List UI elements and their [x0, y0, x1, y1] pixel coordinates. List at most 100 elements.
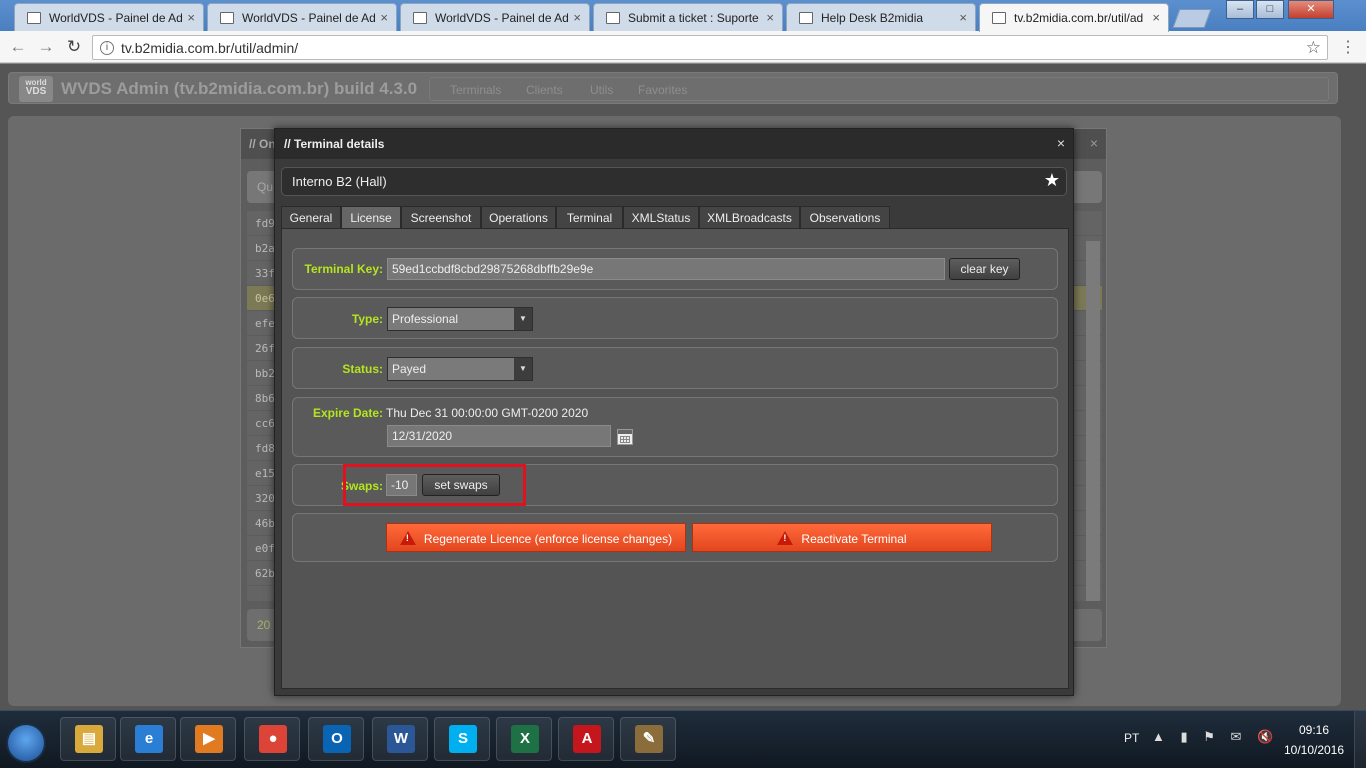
- forward-icon[interactable]: →: [36, 37, 56, 57]
- maximize-button[interactable]: □: [1256, 0, 1284, 19]
- browser-tab[interactable]: WorldVDS - Painel de Ad ×: [14, 3, 204, 31]
- license-panel: Terminal Key: 59ed1ccbdf8cbd29875268dbff…: [281, 228, 1069, 689]
- type-select[interactable]: Professional ▼: [387, 307, 533, 331]
- browser-tab-active[interactable]: tv.b2midia.com.br/util/ad ×: [979, 3, 1169, 32]
- status-value: Payed: [392, 362, 427, 376]
- clock-date[interactable]: 10/10/2016: [1280, 743, 1348, 757]
- address-bar: ← → ↻ i tv.b2midia.com.br/util/admin/ ☆ …: [0, 31, 1366, 63]
- explorer-icon: ▤: [75, 725, 103, 753]
- terminal-key-field[interactable]: 59ed1ccbdf8cbd29875268dbffb29e9e: [387, 258, 945, 280]
- close-icon[interactable]: ×: [573, 10, 581, 25]
- terminal-name: Interno B2 (Hall): [292, 174, 387, 189]
- close-icon[interactable]: ×: [380, 10, 388, 25]
- tab-title: Submit a ticket : Suporte: [628, 11, 759, 25]
- browser-tab[interactable]: Help Desk B2midia ×: [786, 3, 976, 31]
- app-header: world VDS WVDS Admin (tv.b2midia.com.br)…: [8, 72, 1338, 104]
- top-nav: Terminals Clients Utils Favorites: [429, 77, 1329, 101]
- taskbar-skype-button[interactable]: S: [434, 717, 490, 761]
- taskbar-chrome-button[interactable]: ●: [244, 717, 300, 761]
- nav-clients[interactable]: Clients: [526, 83, 563, 97]
- close-icon[interactable]: ×: [1152, 10, 1160, 25]
- favorite-star-icon[interactable]: ★: [1044, 170, 1060, 191]
- browser-tab[interactable]: WorldVDS - Painel de Ad ×: [207, 3, 397, 31]
- expire-date-label: Expire Date:: [312, 406, 383, 420]
- tab-title: WorldVDS - Painel de Ad: [242, 11, 376, 25]
- dialog-title: // Terminal details: [275, 129, 1073, 159]
- chrome-icon: ●: [259, 725, 287, 753]
- minimize-button[interactable]: –: [1226, 0, 1254, 19]
- start-button[interactable]: [6, 723, 46, 763]
- taskbar-paint-button[interactable]: ✎: [620, 717, 676, 761]
- browser-tab-strip: WorldVDS - Painel de Ad × WorldVDS - Pai…: [0, 0, 1366, 32]
- taskbar-word-button[interactable]: W: [372, 717, 428, 761]
- outlook-icon: O: [323, 725, 351, 753]
- close-icon[interactable]: ×: [1090, 135, 1098, 151]
- taskbar-outlook-button[interactable]: O: [308, 717, 364, 761]
- browser-menu-icon[interactable]: ⋮: [1340, 37, 1356, 57]
- tab-title: WorldVDS - Painel de Ad: [49, 11, 183, 25]
- tab-general[interactable]: General: [281, 206, 341, 228]
- new-tab-button[interactable]: [1172, 9, 1212, 28]
- scrollbar[interactable]: [1086, 241, 1100, 601]
- tab-xmlbroadcasts[interactable]: XMLBroadcasts: [699, 206, 800, 228]
- chevron-down-icon: ▼: [514, 358, 532, 380]
- tab-title: tv.b2midia.com.br/util/ad: [1014, 11, 1144, 25]
- clear-key-button[interactable]: clear key: [949, 258, 1020, 280]
- tab-observations[interactable]: Observations: [800, 206, 890, 228]
- regenerate-licence-button[interactable]: Regenerate Licence (enforce license chan…: [386, 523, 686, 552]
- skype-icon: S: [449, 725, 477, 753]
- reload-icon[interactable]: ↻: [64, 37, 84, 57]
- media-player-icon: ▶: [195, 725, 223, 753]
- browser-tab[interactable]: Submit a ticket : Suporte ×: [593, 3, 783, 31]
- page-icon: [799, 12, 813, 24]
- calendar-icon[interactable]: [617, 429, 633, 445]
- app-title: WVDS Admin (tv.b2midia.com.br) build 4.3…: [61, 79, 418, 98]
- show-desktop-button[interactable]: [1354, 711, 1366, 768]
- logo: world VDS: [19, 76, 53, 102]
- type-value: Professional: [392, 312, 459, 326]
- close-icon[interactable]: ×: [1057, 135, 1065, 151]
- taskbar-acrobat-button[interactable]: A: [558, 717, 614, 761]
- taskbar-excel-button[interactable]: X: [496, 717, 552, 761]
- reactivate-terminal-button[interactable]: Reactivate Terminal: [692, 523, 992, 552]
- tab-title: WorldVDS - Painel de Ad: [435, 11, 569, 25]
- info-icon[interactable]: i: [100, 41, 114, 55]
- taskbar-explorer-button[interactable]: ▤: [60, 717, 116, 761]
- tab-license[interactable]: License: [341, 206, 401, 229]
- taskbar-media-player-button[interactable]: ▶: [180, 717, 236, 761]
- nav-utils[interactable]: Utils: [590, 83, 613, 97]
- tab-operations[interactable]: Operations: [481, 206, 556, 228]
- close-icon[interactable]: ×: [766, 10, 774, 25]
- tray-icons[interactable]: ▲ ▮ ⚑ ✉ 🔇: [1152, 729, 1279, 745]
- logo-text-bottom: VDS: [25, 86, 47, 97]
- excel-icon: X: [511, 725, 539, 753]
- page-icon: [220, 12, 234, 24]
- tab-terminal[interactable]: Terminal: [556, 206, 623, 228]
- status-select[interactable]: Payed ▼: [387, 357, 533, 381]
- internet-explorer-icon: e: [135, 725, 163, 753]
- nav-terminals[interactable]: Terminals: [450, 83, 501, 97]
- terminal-key-label: Terminal Key:: [304, 262, 383, 276]
- actions-section: Regenerate Licence (enforce license chan…: [292, 513, 1058, 562]
- window-close-button[interactable]: ✕: [1288, 0, 1334, 19]
- expire-date-input[interactable]: 12/31/2020: [387, 425, 611, 447]
- browser-tab[interactable]: WorldVDS - Painel de Ad ×: [400, 3, 590, 31]
- word-icon: W: [387, 725, 415, 753]
- expire-date-text: Thu Dec 31 00:00:00 GMT-0200 2020: [386, 406, 589, 420]
- tab-xmlstatus[interactable]: XMLStatus: [623, 206, 699, 228]
- back-icon[interactable]: ←: [8, 37, 28, 57]
- bookmark-star-icon[interactable]: ☆: [1306, 38, 1321, 58]
- status-section: Status: Payed ▼: [292, 347, 1058, 389]
- close-icon[interactable]: ×: [959, 10, 967, 25]
- paint-icon: ✎: [635, 725, 663, 753]
- search-label: Qu: [257, 180, 274, 194]
- clock-time[interactable]: 09:16: [1284, 723, 1344, 737]
- page-icon: [413, 12, 427, 24]
- close-icon[interactable]: ×: [187, 10, 195, 25]
- tab-screenshot[interactable]: Screenshot: [401, 206, 481, 228]
- language-indicator[interactable]: PT: [1124, 731, 1139, 745]
- taskbar-internet-explorer-button[interactable]: e: [120, 717, 176, 761]
- nav-favorites[interactable]: Favorites: [638, 83, 687, 97]
- url-input[interactable]: i tv.b2midia.com.br/util/admin/ ☆: [92, 35, 1328, 60]
- warning-icon: [399, 531, 416, 545]
